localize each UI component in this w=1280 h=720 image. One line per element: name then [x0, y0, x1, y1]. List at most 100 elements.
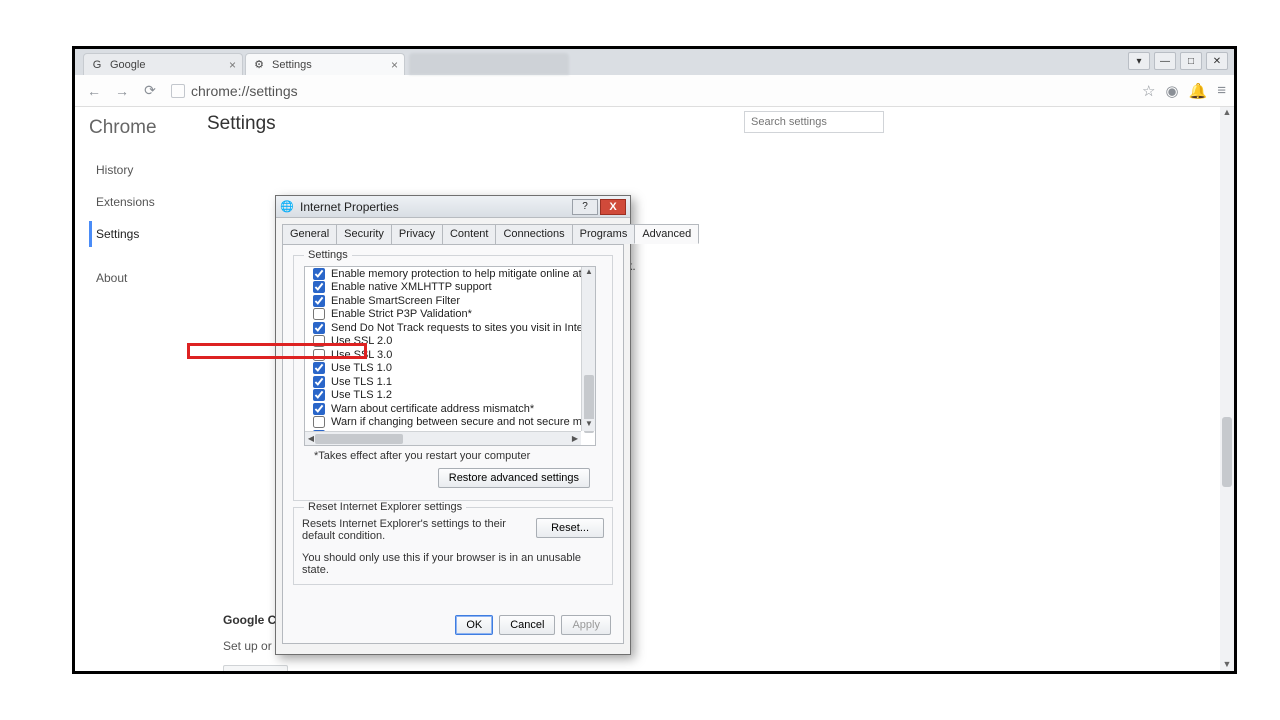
option-row[interactable]: Warn if changing between secure and not …	[305, 416, 581, 430]
option-label: Enable memory protection to help mitigat…	[331, 268, 581, 280]
tab-label: Settings	[272, 59, 312, 71]
dialog-help-button[interactable]: ?	[572, 199, 598, 215]
restore-advanced-button[interactable]: Restore advanced settings	[438, 468, 590, 488]
tab-favicon-icon: G	[90, 58, 104, 72]
tab-label: Google	[110, 59, 145, 71]
browser-tab-1[interactable]: ⚙Settings×	[245, 53, 405, 75]
ok-button[interactable]: OK	[455, 615, 493, 635]
list-hscrollbar[interactable]: ◀ ▶	[305, 431, 581, 445]
option-checkbox[interactable]	[313, 362, 325, 374]
option-row[interactable]: Enable Strict P3P Validation*	[305, 308, 581, 322]
scroll-down-icon[interactable]: ▼	[1222, 659, 1232, 671]
browser-tab-0[interactable]: G Google ×	[83, 53, 243, 75]
globe-icon: 🌐	[280, 200, 294, 214]
back-button[interactable]: ←	[83, 80, 105, 102]
window-maximize-button[interactable]: □	[1180, 52, 1202, 70]
sidebar-item-history[interactable]: History	[89, 157, 193, 183]
option-label: Enable Strict P3P Validation*	[331, 308, 472, 320]
dialog-tab-content[interactable]: Content	[442, 224, 497, 244]
restart-note: *Takes effect after you restart your com…	[314, 450, 606, 462]
url-box[interactable]: chrome://settings	[167, 79, 1128, 103]
reload-button[interactable]: ⟳	[139, 80, 161, 102]
option-row[interactable]: Use TLS 1.2	[305, 389, 581, 403]
option-checkbox[interactable]	[313, 268, 325, 280]
page-icon	[171, 84, 185, 98]
option-checkbox[interactable]	[313, 335, 325, 347]
dialog-title: Internet Properties	[300, 200, 399, 214]
tab-close-icon[interactable]: ×	[229, 58, 236, 72]
search-settings-input[interactable]	[744, 111, 884, 133]
browser-window: GGoogle×⚙Settings× ▾ — □ ✕ ← → ⟳ chrome:…	[72, 46, 1237, 674]
option-row[interactable]: Enable SmartScreen Filter	[305, 294, 581, 308]
forward-button[interactable]: →	[111, 80, 133, 102]
list-hthumb[interactable]	[315, 434, 403, 444]
dialog-tab-privacy[interactable]: Privacy	[391, 224, 443, 244]
settings-group-label: Settings	[304, 249, 352, 261]
option-checkbox[interactable]	[313, 349, 325, 361]
reset-group-label: Reset Internet Explorer settings	[304, 501, 466, 513]
dialog-tab-security[interactable]: Security	[336, 224, 392, 244]
option-label: Enable SmartScreen Filter	[331, 295, 460, 307]
dialog-close-button[interactable]: X	[600, 199, 626, 215]
window-dropdown-button[interactable]: ▾	[1128, 52, 1150, 70]
settings-listbox[interactable]: Enable memory protection to help mitigat…	[304, 266, 596, 446]
dialog-titlebar[interactable]: 🌐 Internet Properties ? X	[276, 196, 630, 218]
option-checkbox[interactable]	[313, 403, 325, 415]
option-checkbox[interactable]	[313, 376, 325, 388]
page-scrollbar[interactable]: ▲ ▼	[1220, 107, 1234, 671]
dialog-tab-advanced[interactable]: Advanced	[634, 224, 699, 244]
scroll-thumb[interactable]	[1222, 417, 1232, 487]
notifications-icon[interactable]: 🔔	[1189, 82, 1208, 100]
content-area: Chrome History Extensions Settings About Se…	[75, 107, 1234, 671]
sidebar-item-about[interactable]: About	[89, 265, 193, 291]
option-label: Warn about certificate address mismatch*	[331, 403, 534, 415]
url-text: chrome://settings	[191, 83, 298, 99]
sidebar-item-extensions[interactable]: Extensions	[89, 189, 193, 215]
menu-icon[interactable]: ≡	[1217, 82, 1226, 100]
sidebar-item-settings[interactable]: Settings	[89, 221, 193, 247]
tab-strip: GGoogle×⚙Settings× ▾ — □ ✕	[75, 49, 1234, 75]
option-label: Warn if changing between secure and not …	[331, 416, 581, 428]
option-row[interactable]: Send Do Not Track requests to sites you …	[305, 321, 581, 335]
option-row[interactable]: Use SSL 2.0	[305, 335, 581, 349]
camera-icon[interactable]: ◉	[1165, 82, 1178, 100]
toolbar: ← → ⟳ chrome://settings ☆ ◉ 🔔 ≡	[75, 75, 1234, 107]
option-row[interactable]: Use TLS 1.1	[305, 375, 581, 389]
option-checkbox[interactable]	[313, 389, 325, 401]
list-scroll-down-icon[interactable]: ▼	[584, 419, 594, 431]
option-checkbox[interactable]	[313, 308, 325, 320]
option-checkbox[interactable]	[313, 295, 325, 307]
dialog-buttons: OK Cancel Apply	[455, 615, 611, 635]
toolbar-right-icons: ☆ ◉ 🔔 ≡	[1142, 82, 1226, 100]
option-row[interactable]: Enable native XMLHTTP support	[305, 281, 581, 295]
tab-close-icon[interactable]: ×	[391, 58, 398, 72]
option-checkbox[interactable]	[313, 416, 325, 428]
cancel-button[interactable]: Cancel	[499, 615, 555, 635]
star-icon[interactable]: ☆	[1142, 82, 1155, 100]
option-checkbox[interactable]	[313, 281, 325, 293]
option-label: Enable native XMLHTTP support	[331, 281, 492, 293]
manage-button[interactable]: Manage	[223, 665, 288, 671]
dialog-tab-programs[interactable]: Programs	[572, 224, 636, 244]
option-checkbox[interactable]	[313, 322, 325, 334]
dialog-tab-connections[interactable]: Connections	[495, 224, 572, 244]
reset-button[interactable]: Reset...	[536, 518, 604, 538]
dialog-body: Settings Enable memory protection to hel…	[282, 244, 624, 644]
background-tab-blur	[409, 53, 569, 75]
list-scroll-right-icon[interactable]: ▶	[569, 434, 581, 444]
window-close-button[interactable]: ✕	[1206, 52, 1228, 70]
window-controls: ▾ — □ ✕	[1128, 52, 1228, 70]
dialog-tabs: GeneralSecurityPrivacyContentConnections…	[276, 218, 630, 244]
option-row[interactable]: Enable memory protection to help mitigat…	[305, 267, 581, 281]
option-row[interactable]: Use SSL 3.0	[305, 348, 581, 362]
list-vscrollbar[interactable]: ▲ ▼	[581, 267, 595, 431]
apply-button[interactable]: Apply	[561, 615, 611, 635]
scroll-up-icon[interactable]: ▲	[1222, 107, 1232, 119]
window-minimize-button[interactable]: —	[1154, 52, 1176, 70]
dialog-tab-general[interactable]: General	[282, 224, 337, 244]
settings-group: Settings Enable memory protection to hel…	[293, 255, 613, 501]
list-scroll-up-icon[interactable]: ▲	[584, 267, 594, 279]
option-row[interactable]: Warn about certificate address mismatch*	[305, 402, 581, 416]
brand-label: Chrome	[89, 117, 193, 139]
option-row[interactable]: Use TLS 1.0	[305, 362, 581, 376]
